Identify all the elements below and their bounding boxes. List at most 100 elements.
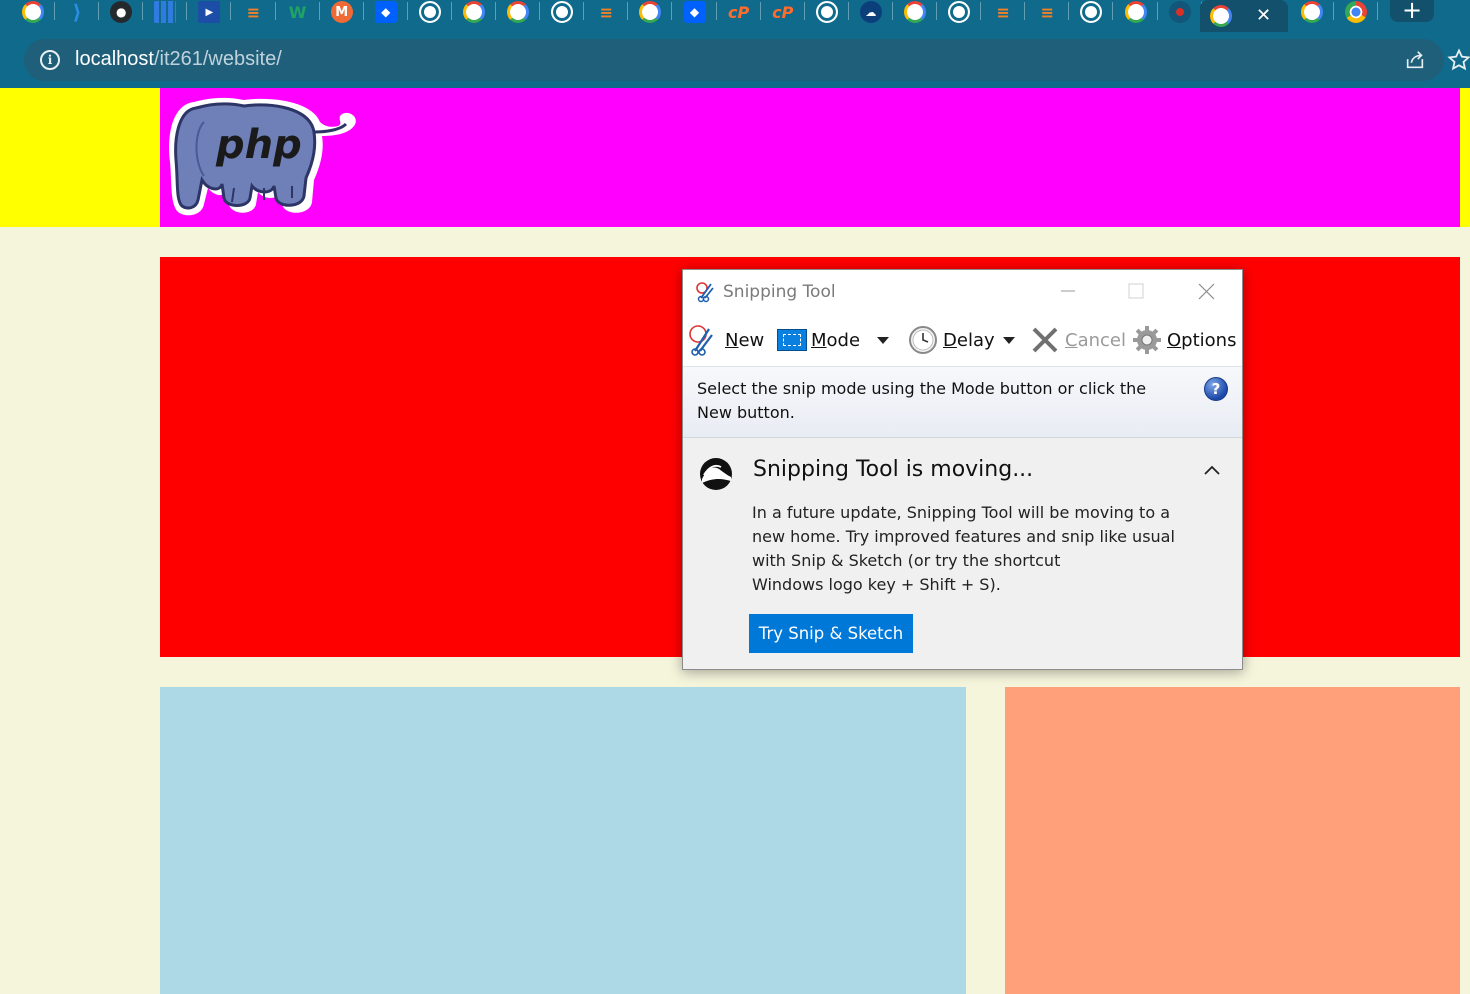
- google-icon: [639, 1, 662, 23]
- notice-line: In a future update, Snipping Tool will b…: [752, 503, 1170, 522]
- chevron-up-icon[interactable]: [1203, 463, 1221, 477]
- tab[interactable]: [408, 0, 452, 24]
- site-header: php: [160, 88, 1460, 227]
- grid-icon: [154, 1, 177, 23]
- tab[interactable]: ⟩: [55, 0, 100, 24]
- google-icon: [463, 1, 485, 23]
- stackoverflow-icon: ≡: [1040, 2, 1054, 22]
- globe-icon: [815, 1, 838, 23]
- tab[interactable]: ≡: [584, 0, 629, 24]
- rectangle-snip-icon: [777, 329, 807, 351]
- tab[interactable]: [1158, 0, 1202, 24]
- left-yellow-panel: [0, 88, 160, 227]
- tab[interactable]: [496, 0, 541, 24]
- tab[interactable]: W: [276, 0, 320, 24]
- tab[interactable]: [1069, 0, 1114, 24]
- tab[interactable]: [452, 0, 496, 24]
- tab-strip: ⟩ ● ▶ ≡ W M ◆ ≡ ◆ cP cP ☁ ≡ ≡ ✕ +: [0, 0, 1470, 34]
- delay-dropdown-button[interactable]: [1003, 322, 1015, 358]
- dropbox-icon: ◆: [683, 1, 706, 23]
- dropbox-icon: ◆: [374, 1, 397, 23]
- notice-title: Snipping Tool is moving...: [753, 457, 1034, 482]
- tab[interactable]: [1114, 0, 1158, 24]
- url-path: /it261/website/: [153, 48, 282, 70]
- tab[interactable]: [11, 0, 55, 24]
- tab[interactable]: [1334, 0, 1378, 24]
- tab[interactable]: M: [320, 0, 364, 24]
- help-icon[interactable]: ?: [1204, 377, 1228, 401]
- active-tab[interactable]: ✕: [1200, 0, 1288, 32]
- globe-icon: [418, 1, 441, 23]
- google-icon: [904, 1, 926, 23]
- notice-line: new home. Try improved features and snip…: [752, 527, 1175, 546]
- mode-button[interactable]: Mode: [777, 322, 860, 358]
- tab[interactable]: ☁: [849, 0, 893, 24]
- browser-toolbar: i localhost/it261/website/: [0, 34, 1470, 88]
- tab[interactable]: [937, 0, 982, 24]
- snip-sketch-icon: [700, 458, 732, 490]
- google-icon: [1210, 5, 1232, 27]
- m-icon: M: [330, 1, 353, 23]
- tab[interactable]: ◆: [673, 0, 717, 24]
- close-icon[interactable]: [1183, 270, 1229, 314]
- tab-close-button[interactable]: ✕: [1256, 7, 1271, 25]
- new-tab-button[interactable]: +: [1390, 0, 1434, 22]
- url-host: localhost: [75, 48, 154, 70]
- php-elephant-logo[interactable]: php: [164, 92, 360, 220]
- cancel-x-icon: [1032, 327, 1058, 353]
- snip-toolbar: New Mode Delay Cancel Options: [683, 314, 1242, 366]
- site-info-icon[interactable]: i: [40, 50, 60, 70]
- notice-line: with Snip & Sketch (or try the shortcut: [752, 551, 1061, 570]
- tab[interactable]: [893, 0, 937, 24]
- mode-label: Mode: [811, 329, 861, 351]
- record-icon: [1168, 1, 1191, 23]
- snipping-tool-window[interactable]: Snipping Tool New Mode Delay Cancel Opti…: [682, 269, 1243, 670]
- window-title: Snipping Tool: [723, 282, 836, 302]
- address-bar[interactable]: i localhost/it261/website/: [24, 39, 1470, 81]
- right-yellow-panel: [1460, 88, 1470, 227]
- stackoverflow-icon: ≡: [996, 2, 1010, 22]
- chevron-down-icon: [877, 336, 889, 344]
- tab[interactable]: [1290, 0, 1334, 24]
- mode-dropdown-button[interactable]: [877, 322, 889, 358]
- try-snip-sketch-button[interactable]: Try Snip & Sketch: [749, 614, 913, 653]
- title-bar[interactable]: Snipping Tool: [683, 270, 1242, 314]
- new-snip-icon: [689, 325, 713, 356]
- stackoverflow-icon: ≡: [599, 2, 613, 22]
- tab[interactable]: ≡: [1025, 0, 1070, 24]
- tab[interactable]: [805, 0, 849, 24]
- tab[interactable]: ●: [99, 0, 144, 24]
- minimize-icon[interactable]: [1045, 270, 1091, 314]
- chevron-down-icon: [1003, 336, 1015, 344]
- sidebar-salmon-section: [1005, 687, 1460, 994]
- tab[interactable]: [143, 0, 188, 24]
- options-label: Options: [1167, 329, 1237, 351]
- tab[interactable]: cP: [761, 0, 805, 24]
- cancel-label: Cancel: [1065, 329, 1126, 351]
- google-icon: [22, 1, 44, 23]
- cancel-button: Cancel: [1029, 322, 1126, 358]
- tab[interactable]: ≡: [232, 0, 276, 24]
- new-label-rest: ew: [738, 329, 765, 351]
- share-icon[interactable]: [1404, 49, 1426, 71]
- cpanel-icon: cP: [727, 2, 750, 22]
- address-url[interactable]: localhost/it261/website/: [75, 48, 282, 71]
- globe-icon: [551, 1, 574, 23]
- options-button[interactable]: Options: [1131, 322, 1236, 358]
- new-button[interactable]: New: [687, 322, 764, 358]
- globe-icon: [1080, 1, 1103, 23]
- tab[interactable]: ≡: [981, 0, 1026, 24]
- notice-line: Windows logo key + Shift + S).: [752, 575, 1001, 594]
- bookmark-star-icon[interactable]: [1447, 48, 1470, 72]
- tab[interactable]: ▶: [187, 0, 232, 24]
- scissors-icon: [696, 282, 714, 303]
- tab[interactable]: cP: [717, 0, 761, 24]
- info-panel: Select the snip mode using the Mode butt…: [683, 366, 1242, 438]
- tab[interactable]: [628, 0, 673, 24]
- tab[interactable]: ◆: [364, 0, 408, 24]
- cloud-icon: ☁: [859, 1, 882, 23]
- delay-button[interactable]: Delay: [907, 322, 995, 358]
- gear-icon: [1133, 326, 1161, 354]
- google-icon: [507, 1, 530, 23]
- tab[interactable]: [540, 0, 585, 24]
